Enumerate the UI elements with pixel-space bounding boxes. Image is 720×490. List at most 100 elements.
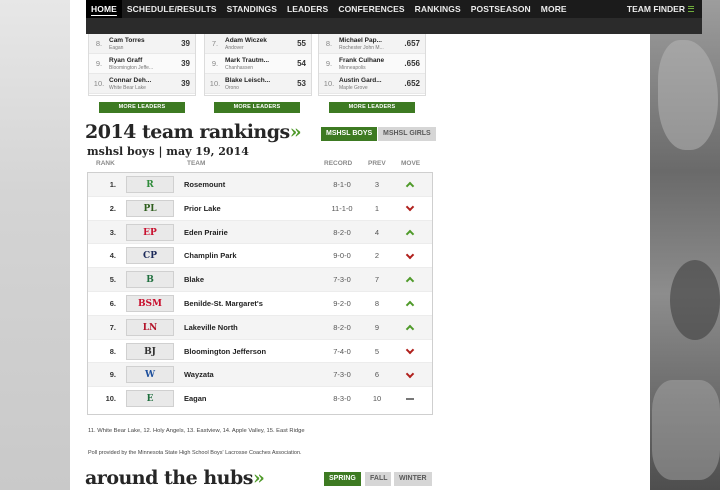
team-name: Rosemount — [184, 180, 226, 189]
team-logo: R — [126, 176, 174, 193]
list-item[interactable]: 9. Mark Trautm... Chanhassen 54 — [205, 54, 311, 74]
move-cell — [402, 197, 418, 221]
leader-rank: 10. — [209, 79, 221, 88]
list-item[interactable]: 7. Adam Wiczek Andover 55 — [205, 34, 311, 54]
chevron-up-icon — [405, 277, 415, 286]
leaders-box-goals: 8. Cam Torres Eagan 39 9. Ryan Graff Bloom… — [88, 34, 196, 96]
list-item[interactable]: 8. Michael Pap... Rochester John M... .65… — [319, 34, 425, 54]
team-logo: CP — [126, 247, 174, 265]
leader-value: 55 — [297, 39, 306, 48]
leader-rank: 9. — [95, 59, 103, 68]
table-row[interactable]: 1. R Rosemount 8-1-0 3 — [88, 173, 432, 197]
record-cell: 7-3-0 — [333, 370, 351, 380]
team-logo: LN — [126, 318, 174, 336]
table-row[interactable]: 6. BSM Benilde-St. Margaret's 9-2-0 8 — [88, 292, 432, 316]
nav-more[interactable]: MORE — [536, 0, 572, 18]
prev-cell: 6 — [374, 370, 380, 380]
rank-cell: 8. — [109, 346, 116, 356]
table-row[interactable]: 10. E Eagan 8-3-0 10 — [88, 387, 432, 411]
tab-mshsl-girls[interactable]: MSHSL GIRLS — [378, 127, 436, 141]
chevron-up-icon — [405, 301, 415, 310]
leader-name: Cam Torres — [109, 36, 145, 44]
table-row[interactable]: 4. CP Champlin Park 9-0-0 2 — [88, 244, 432, 269]
leader-school: Rochester John M... — [339, 44, 384, 51]
nav-standings[interactable]: STANDINGS — [222, 0, 282, 18]
chevron-up-icon — [405, 182, 415, 191]
prev-cell: 1 — [374, 203, 380, 213]
team-name: Wayzata — [184, 370, 214, 380]
chevron-up-icon — [405, 229, 415, 239]
prev-cell: 5 — [374, 346, 380, 356]
background-right — [650, 0, 720, 490]
leader-name: Mark Trautm... — [225, 56, 270, 64]
table-row[interactable]: 5. B Blake 7-3-0 7 — [88, 268, 432, 292]
header-prev: PREV — [368, 160, 386, 167]
nav-conferences[interactable]: CONFERENCES — [333, 0, 409, 18]
leader-rank: 8. — [95, 39, 103, 48]
prev-cell: 9 — [374, 322, 380, 332]
leader-rank: 9. — [325, 59, 333, 68]
move-cell — [402, 292, 418, 316]
tab-winter[interactable]: WINTER — [394, 472, 432, 486]
nav-home[interactable]: HOME — [86, 0, 122, 18]
leader-school: Chanhassen — [225, 64, 254, 71]
prev-cell: 8 — [374, 298, 380, 308]
leader-value: 39 — [181, 59, 190, 68]
dash-icon — [406, 397, 414, 400]
table-row[interactable]: 7. LN Lakeville North 8-2-0 9 — [88, 315, 432, 340]
table-row[interactable]: 2. PL Prior Lake 11-1-0 1 — [88, 197, 432, 221]
more-leaders-button[interactable]: MORE LEADERS — [214, 102, 300, 113]
rankings-subtitle: mshsl boys | may 19, 2014 — [87, 145, 249, 158]
team-finder[interactable]: TEAM FINDER — [627, 4, 702, 14]
leader-value: .656 — [404, 59, 420, 68]
table-row[interactable]: 3. EP Eden Prairie 8-2-0 4 — [88, 220, 432, 245]
tab-mshsl-boys[interactable]: MSHSL BOYS — [321, 127, 378, 141]
list-item[interactable]: 9. Frank Culhane Minneapolis .656 — [319, 54, 425, 74]
team-logo: EP — [126, 223, 174, 241]
team-logo: B — [126, 271, 174, 289]
chevron-down-icon — [405, 369, 415, 378]
leader-name: Frank Culhane — [339, 56, 385, 64]
rank-cell: 9. — [109, 370, 116, 380]
record-cell: 8-1-0 — [333, 180, 351, 189]
list-item[interactable]: 10. Austin Gard... Maple Grove .652 — [319, 74, 425, 94]
leader-rank: 9. — [211, 59, 219, 68]
table-row[interactable]: 9. W Wayzata 7-3-0 6 — [88, 363, 432, 388]
move-cell — [402, 340, 418, 364]
tab-fall[interactable]: FALL — [365, 472, 391, 486]
chevron-up-icon — [405, 324, 415, 334]
tab-spring[interactable]: SPRING — [324, 472, 361, 486]
leader-school: Minneapolis — [339, 64, 366, 71]
record-cell: 9-2-0 — [333, 298, 351, 308]
nav-leaders[interactable]: LEADERS — [282, 0, 333, 18]
team-logo: BJ — [126, 342, 174, 360]
leader-name: Adam Wiczek — [225, 36, 267, 44]
leaders-strip: 8. Cam Torres Eagan 39 9. Ryan Graff Bloom… — [86, 34, 506, 114]
rank-cell: 1. — [109, 180, 116, 189]
record-cell: 7-4-0 — [333, 346, 351, 356]
menu-icon — [688, 6, 694, 12]
leaders-box-percentage: 8. Michael Pap... Rochester John M... .65… — [318, 34, 426, 96]
team-name: Champlin Park — [184, 251, 237, 261]
nav-rankings[interactable]: RANKINGS — [410, 0, 466, 18]
rankings-title: 2014 team rankings» — [85, 121, 302, 143]
list-item[interactable]: 10. Blake Leisch... Orono 53 — [205, 74, 311, 94]
list-item[interactable]: 10. Connar Deh... White Bear Lake 39 — [89, 74, 195, 94]
more-leaders-button[interactable]: MORE LEADERS — [99, 102, 185, 113]
list-item[interactable]: 9. Ryan Graff Bloomington Jeffe... 39 — [89, 54, 195, 74]
nav-postseason[interactable]: POSTSEASON — [466, 0, 536, 18]
page-content: HOME SCHEDULE/RESULTS STANDINGS LEADERS … — [70, 0, 702, 490]
leader-school: Bloomington Jeffe... — [109, 64, 154, 71]
leader-school: Eagan — [109, 44, 124, 51]
leader-school: White Bear Lake — [109, 84, 146, 91]
poll-credit: Poll provided by the Minnesota State Hig… — [88, 450, 302, 456]
more-leaders-button[interactable]: MORE LEADERS — [329, 102, 415, 113]
background-left — [0, 0, 70, 490]
nav-schedule-results[interactable]: SCHEDULE/RESULTS — [122, 0, 222, 18]
team-name: Bloomington Jefferson — [184, 346, 267, 356]
list-item[interactable]: 8. Cam Torres Eagan 39 — [89, 34, 195, 54]
hubs-title: around the hubs» — [85, 467, 265, 489]
table-row[interactable]: 8. BJ Bloomington Jefferson 7-4-0 5 — [88, 340, 432, 364]
move-cell — [402, 363, 418, 387]
raquo-icon: » — [252, 467, 265, 489]
